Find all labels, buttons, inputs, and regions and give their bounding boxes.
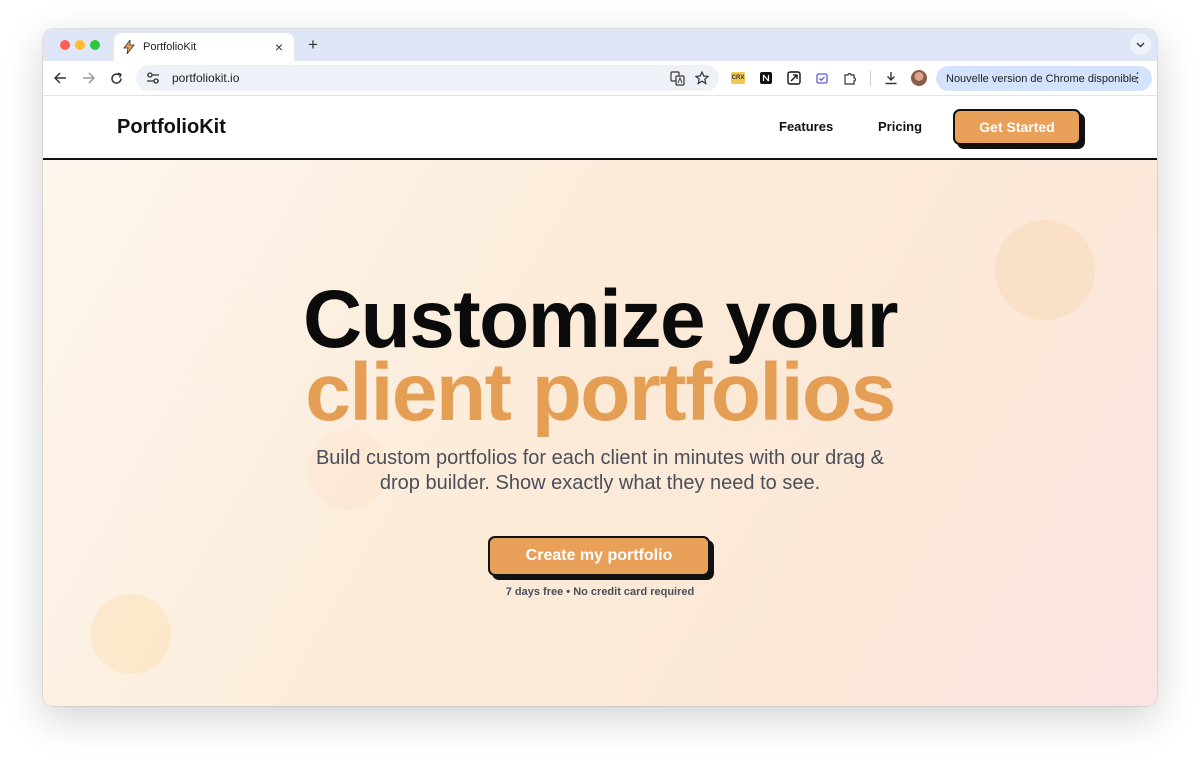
reload-button[interactable]: [107, 69, 125, 87]
more-options-icon[interactable]: ⋮: [1131, 70, 1144, 85]
tab-search-button[interactable]: [1130, 34, 1151, 55]
maximize-window-button[interactable]: [90, 40, 100, 50]
bookmark-star-icon[interactable]: [694, 70, 710, 86]
download-icon[interactable]: [883, 70, 899, 86]
crx-extension-icon[interactable]: CRX: [731, 72, 745, 84]
forward-button[interactable]: [79, 69, 97, 87]
site-settings-icon[interactable]: [146, 71, 160, 85]
nav-link-pricing[interactable]: Pricing: [878, 119, 922, 134]
arrow-right-icon: [82, 72, 95, 84]
tab-title: PortfolioKit: [143, 41, 197, 53]
hero-subtitle: Build custom portfolios for each client …: [315, 447, 885, 494]
decorative-circle: [91, 594, 171, 674]
close-window-button[interactable]: [60, 40, 70, 50]
profile-avatar[interactable]: [911, 70, 927, 86]
tab-close-icon[interactable]: ×: [272, 40, 286, 54]
reload-icon: [110, 71, 122, 84]
translate-icon[interactable]: [669, 70, 685, 86]
hero-headline-line2: client portfolios: [305, 347, 896, 438]
site-logo[interactable]: PortfolioKit: [117, 116, 226, 139]
arrow-left-icon: [53, 72, 66, 84]
chevron-down-icon: [1136, 42, 1145, 47]
send-extension-icon[interactable]: [786, 70, 802, 86]
browser-toolbar: portfoliokit.io CRX Nouvelle version de …: [43, 61, 1157, 96]
update-notice-text: Nouvelle version de Chrome disponible: [946, 72, 1138, 85]
trial-note: 7 days free • No credit card required: [505, 586, 695, 598]
new-tab-button[interactable]: +: [303, 35, 323, 55]
back-button[interactable]: [51, 69, 69, 87]
chrome-update-button[interactable]: Nouvelle version de Chrome disponible ⋮: [936, 66, 1152, 91]
address-bar[interactable]: portfoliokit.io: [136, 65, 719, 91]
page-viewport: PortfolioKit Features Pricing Get Starte…: [43, 96, 1157, 706]
tab-strip: PortfolioKit × +: [43, 29, 1157, 61]
toolbar-divider: [870, 71, 871, 86]
calendar-extension-icon[interactable]: [814, 70, 830, 86]
notion-extension-icon[interactable]: [758, 70, 774, 86]
create-portfolio-button[interactable]: Create my portfolio: [488, 536, 710, 576]
hero-section: Customize your client portfolios Build c…: [43, 160, 1157, 706]
site-header: PortfolioKit Features Pricing Get Starte…: [43, 96, 1157, 160]
extensions-puzzle-icon[interactable]: [842, 70, 858, 86]
lightning-icon: [122, 40, 136, 54]
browser-tab[interactable]: PortfolioKit ×: [114, 33, 294, 61]
url-text: portfoliokit.io: [172, 71, 240, 85]
browser-window: PortfolioKit × + portfoliokit.io CRX Nou…: [43, 29, 1157, 706]
nav-link-features[interactable]: Features: [779, 119, 833, 134]
get-started-button[interactable]: Get Started: [953, 109, 1081, 145]
minimize-window-button[interactable]: [75, 40, 85, 50]
